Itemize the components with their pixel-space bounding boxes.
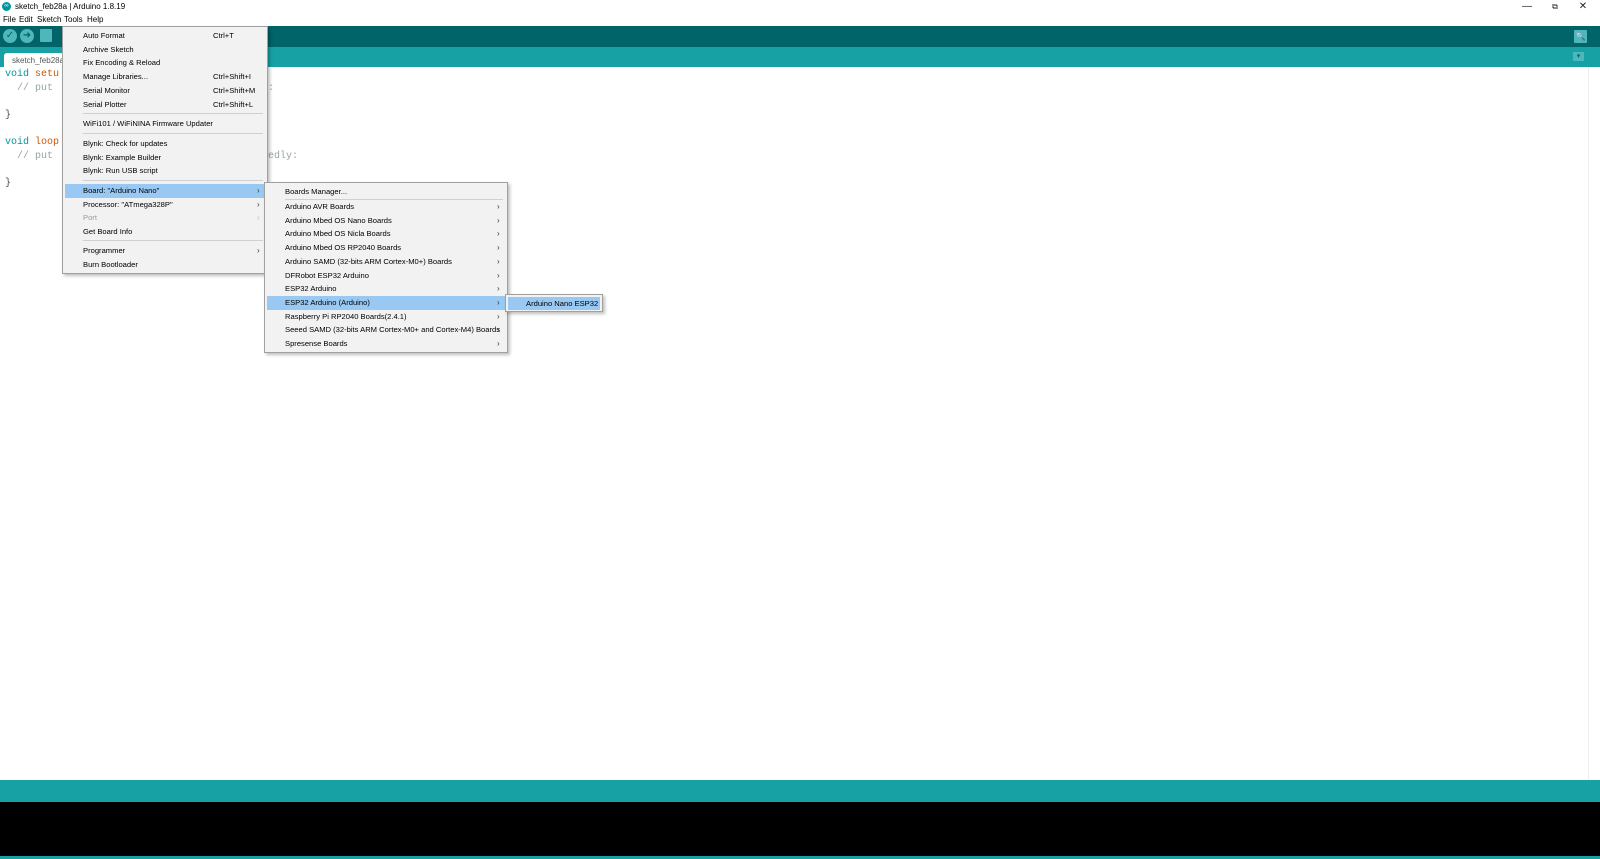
menu-item-blynk-check-updates[interactable]: Blynk: Check for updates (65, 137, 265, 151)
code-line: // put (5, 83, 53, 94)
menu-item-esp32-arduino[interactable]: ESP32 Arduino › (267, 282, 505, 296)
menu-item-arduino-nano-esp32[interactable]: Arduino Nano ESP32 (508, 296, 600, 311)
chevron-right-icon: › (497, 243, 500, 253)
menu-separator (83, 133, 263, 134)
chevron-right-icon: › (257, 246, 260, 255)
tools-menu: Auto Format Ctrl+T Archive Sketch Fix Enc… (62, 26, 268, 274)
menu-item-boards-manager[interactable]: Boards Manager... (267, 185, 505, 199)
menu-item-processor[interactable]: Processor: "ATmega328P" › (65, 198, 265, 212)
menu-item-arduino-avr-boards[interactable]: Arduino AVR Boards › (267, 200, 505, 214)
editor-scrollbar[interactable] (1588, 67, 1600, 780)
code-function: loop (35, 137, 60, 148)
menu-item-archive-sketch[interactable]: Archive Sketch (65, 43, 265, 57)
chevron-right-icon: › (497, 311, 500, 321)
esp32-submenu: Arduino Nano ESP32 (505, 294, 603, 312)
menu-item-fix-encoding[interactable]: Fix Encoding & Reload (65, 56, 265, 70)
title-bar: ∞ sketch_feb28a | Arduino 1.8.19 — ⧉ ✕ (0, 0, 1600, 14)
menu-item-auto-format[interactable]: Auto Format Ctrl+T (65, 29, 265, 43)
menu-item-get-board-info[interactable]: Get Board Info (65, 225, 265, 239)
menu-item-firmware-updater[interactable]: WiFi101 / WiFiNINA Firmware Updater (65, 117, 265, 131)
status-bar (0, 780, 1600, 802)
menu-item-board[interactable]: Board: "Arduino Nano" › (65, 184, 265, 198)
verify-icon[interactable]: ✓ (3, 29, 17, 43)
chevron-right-icon: › (497, 270, 500, 280)
code-keyword: void (5, 137, 30, 148)
menu-separator (83, 113, 263, 114)
menu-sketch[interactable]: Sketch (37, 15, 61, 24)
chevron-right-icon: › (257, 199, 260, 209)
code-line: } (5, 178, 12, 189)
menu-item-rp2040-boards[interactable]: Raspberry Pi RP2040 Boards(2.4.1) › (267, 310, 505, 324)
menu-item-programmer[interactable]: Programmer › (65, 244, 265, 258)
menu-item-manage-libraries[interactable]: Manage Libraries... Ctrl+Shift+I (65, 70, 265, 84)
menu-item-blynk-example-builder[interactable]: Blynk: Example Builder (65, 151, 265, 165)
menu-item-mbed-rp2040-boards[interactable]: Arduino Mbed OS RP2040 Boards › (267, 241, 505, 255)
code-comment: // put (5, 151, 54, 162)
code-fragment: : (268, 83, 275, 94)
new-sketch-icon[interactable] (40, 29, 52, 42)
menu-item-burn-bootloader[interactable]: Burn Bootloader (65, 258, 265, 272)
board-submenu: Boards Manager... Arduino AVR Boards › Ar… (264, 182, 508, 353)
window-title: sketch_feb28a | Arduino 1.8.19 (15, 2, 126, 11)
chevron-right-icon: › (257, 186, 260, 195)
code-function: setu (35, 69, 60, 80)
code-line: } (5, 110, 12, 121)
menu-item-port: Port › (65, 211, 265, 225)
maximize-button[interactable]: ⧉ (1541, 0, 1569, 14)
menu-item-serial-plotter[interactable]: Serial Plotter Ctrl+Shift+L (65, 98, 265, 112)
arduino-icon: ∞ (2, 2, 11, 11)
chevron-right-icon: › (257, 213, 260, 223)
chevron-right-icon: › (497, 284, 500, 294)
code-line: // put (5, 151, 53, 162)
serial-monitor-icon[interactable]: 🔍 (1574, 30, 1587, 43)
menu-bar: File Edit Sketch Tools Help (0, 14, 1600, 26)
menu-tools[interactable]: Tools (64, 15, 83, 24)
tab-sketch[interactable]: sketch_feb28a (4, 53, 64, 67)
chevron-right-icon: › (497, 202, 500, 211)
chevron-right-icon: › (497, 297, 500, 307)
code-comment: // put (5, 83, 54, 94)
chevron-right-icon: › (497, 229, 500, 239)
console-output[interactable] (0, 802, 1600, 859)
menu-file[interactable]: File (3, 15, 16, 24)
chevron-right-icon: › (497, 215, 500, 225)
menu-edit[interactable]: Edit (19, 15, 33, 24)
menu-item-mbed-nano-boards[interactable]: Arduino Mbed OS Nano Boards › (267, 214, 505, 228)
upload-icon[interactable]: ➜ (20, 29, 34, 43)
code-keyword: void (5, 69, 30, 80)
chevron-right-icon: › (497, 256, 500, 266)
minimize-button[interactable]: — (1513, 0, 1541, 14)
menu-item-seeed-samd-boards[interactable]: Seeed SAMD (32-bits ARM Cortex-M0+ and C… (267, 323, 505, 337)
code-line: void setu (5, 69, 59, 80)
code-line: void loop (5, 137, 59, 148)
menu-help[interactable]: Help (87, 15, 103, 24)
menu-item-blynk-run-usb[interactable]: Blynk: Run USB script (65, 164, 265, 178)
tab-menu-icon[interactable]: ▾ (1573, 52, 1584, 61)
menu-item-spresense-boards[interactable]: Spresense Boards › (267, 337, 505, 351)
chevron-right-icon: › (497, 339, 500, 348)
close-button[interactable]: ✕ (1569, 0, 1597, 14)
menu-item-dfrobot-esp32[interactable]: DFRobot ESP32 Arduino › (267, 269, 505, 283)
menu-item-samd-boards[interactable]: Arduino SAMD (32-bits ARM Cortex-M0+) Bo… (267, 255, 505, 269)
chevron-right-icon: › (497, 325, 500, 335)
menu-item-serial-monitor[interactable]: Serial Monitor Ctrl+Shift+M (65, 84, 265, 98)
menu-item-esp32-arduino-arduino[interactable]: ESP32 Arduino (Arduino) › (267, 295, 505, 310)
menu-item-mbed-nicla-boards[interactable]: Arduino Mbed OS Nicla Boards › (267, 227, 505, 241)
menu-separator (83, 240, 263, 241)
menu-separator (83, 180, 263, 181)
